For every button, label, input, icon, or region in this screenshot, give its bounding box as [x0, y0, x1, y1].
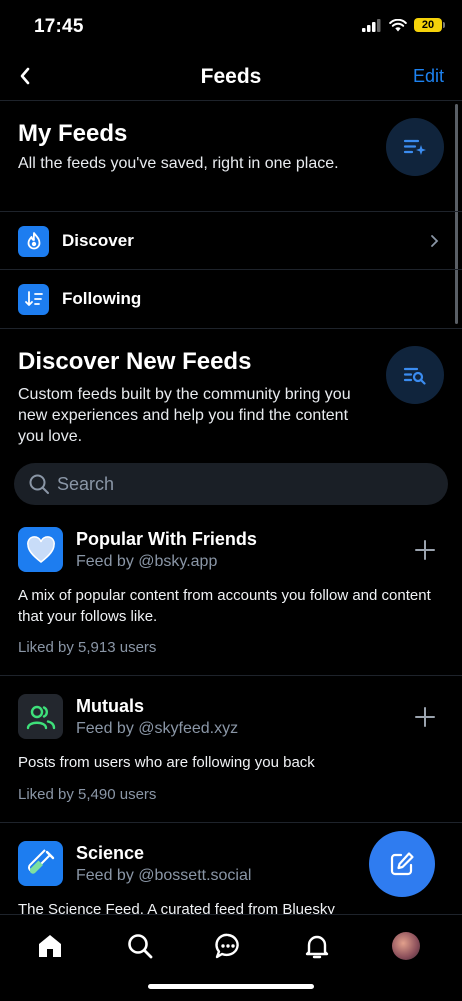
feed-description: A mix of popular content from accounts y…	[18, 587, 431, 625]
following-label: Following	[62, 289, 142, 308]
feed-name[interactable]: Science	[76, 843, 144, 864]
feed-author[interactable]: Feed by @bsky.app	[76, 553, 217, 571]
discover-new-description: Custom feeds built by the community brin…	[18, 386, 351, 445]
list-sparkle-icon	[403, 139, 426, 155]
list-search-icon	[403, 367, 426, 385]
status-icons: 20	[362, 18, 445, 32]
people-icon	[18, 694, 63, 739]
wifi-icon	[389, 18, 407, 31]
tab-search[interactable]	[125, 931, 155, 961]
sidebar-item-following[interactable]: Following	[0, 269, 462, 328]
section-divider	[0, 328, 462, 329]
feed-likes[interactable]: Liked by 5,490 users	[18, 786, 156, 803]
discover-new-title: Discover New Feeds	[18, 348, 252, 375]
my-feeds-title: My Feeds	[18, 120, 128, 147]
nav-header: Feeds Edit	[0, 56, 462, 101]
home-indicator	[148, 984, 314, 989]
plus-icon[interactable]	[413, 538, 437, 562]
search-icon	[29, 474, 49, 494]
bell-icon	[305, 935, 329, 959]
status-time: 17:45	[34, 16, 84, 37]
sidebar-item-discover[interactable]: Discover	[0, 211, 462, 270]
compose-icon	[390, 852, 414, 876]
page-title: Feeds	[200, 65, 262, 88]
tab-notifications[interactable]	[302, 931, 332, 961]
my-feeds-description: All the feeds you've saved, right in one…	[18, 155, 339, 172]
feed-description: Posts from users who are following you b…	[18, 754, 315, 771]
chat-bubble-icon	[215, 933, 239, 959]
tab-chat[interactable]	[213, 931, 243, 961]
sort-list-icon	[18, 283, 49, 315]
my-feeds-settings-button[interactable]	[386, 118, 444, 176]
discover-label: Discover	[62, 231, 134, 250]
status-bar: 17:45 20	[0, 0, 462, 56]
feed-author[interactable]: Feed by @skyfeed.xyz	[76, 720, 238, 738]
feed-name[interactable]: Popular With Friends	[76, 529, 257, 550]
battery-indicator: 20	[414, 18, 445, 32]
avatar	[392, 932, 420, 960]
tab-profile[interactable]	[391, 931, 421, 961]
feed-divider	[0, 822, 462, 823]
feed-name[interactable]: Mutuals	[76, 696, 144, 717]
feed-divider	[0, 675, 462, 676]
search-icon	[128, 934, 153, 959]
cellular-signal-icon	[362, 18, 381, 32]
feed-likes[interactable]: Liked by 5,913 users	[18, 639, 156, 656]
home-icon	[39, 935, 61, 957]
compose-button[interactable]	[369, 831, 435, 897]
chevron-left-icon	[20, 67, 30, 85]
test-tube-icon	[18, 841, 63, 886]
back-button[interactable]	[14, 64, 38, 88]
plus-icon[interactable]	[413, 705, 437, 729]
search-input[interactable]: Search	[14, 463, 448, 505]
search-placeholder: Search	[57, 474, 115, 494]
edit-button[interactable]: Edit	[413, 66, 444, 87]
chevron-right-icon	[431, 235, 439, 247]
discover-search-button[interactable]	[386, 346, 444, 404]
tab-home[interactable]	[35, 931, 65, 961]
heart-icon	[18, 527, 63, 572]
feed-author[interactable]: Feed by @bossett.social	[76, 867, 251, 885]
flame-icon	[18, 225, 49, 257]
